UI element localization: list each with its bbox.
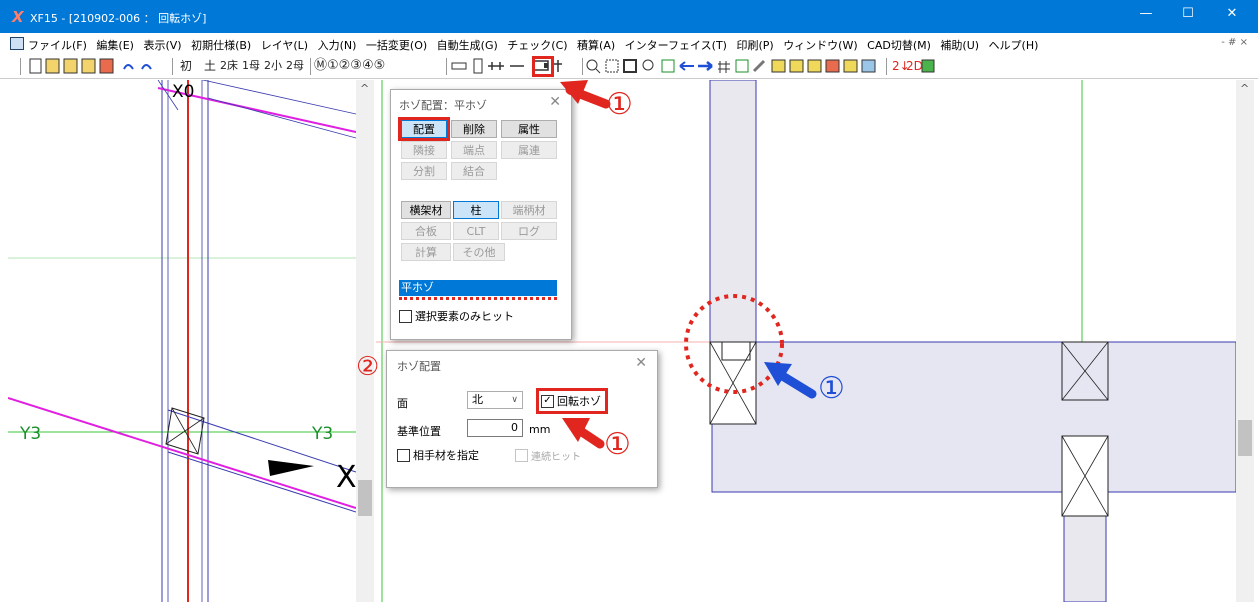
step-2-marker: ②	[356, 352, 380, 382]
step-1-marker: ①	[818, 371, 845, 406]
step-1-marker: ①	[604, 427, 631, 462]
step-1-marker: ①	[606, 87, 633, 122]
red-arrow-icon	[560, 80, 611, 109]
red-arrow-icon	[562, 418, 605, 449]
blue-arrow-icon	[764, 362, 817, 399]
